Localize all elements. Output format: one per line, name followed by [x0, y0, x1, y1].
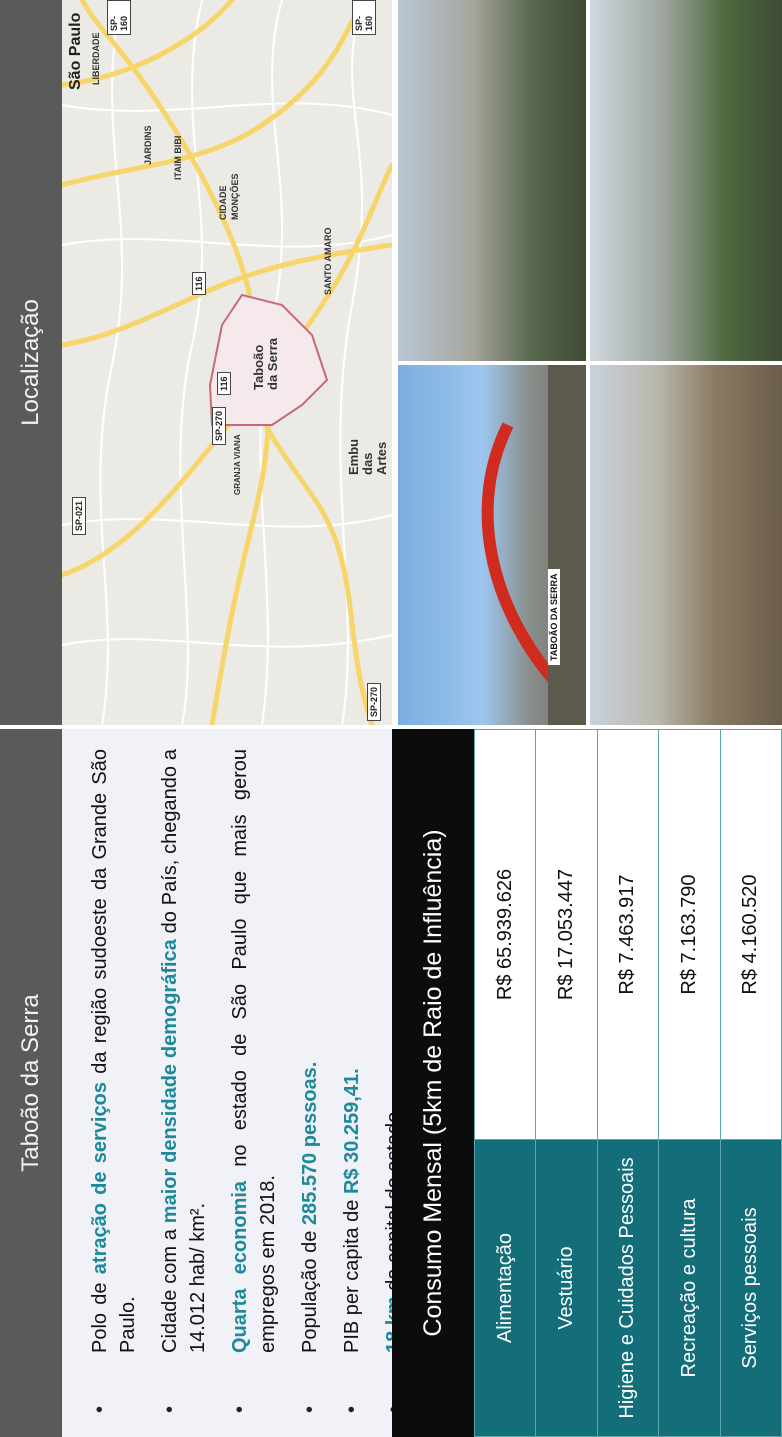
table-row: Higiene e Cuidados Pessoais R$ 7.463.917	[597, 729, 659, 1437]
value-cell: R$ 7.463.917	[597, 729, 659, 1140]
map-roads	[62, 0, 392, 725]
facts-list: Polo de atração de serviços da região su…	[62, 729, 408, 1437]
map-label-itaim-bibi: ITAIM BIBI	[173, 135, 183, 180]
left-panel-header: Taboão da Serra	[0, 729, 62, 1437]
location-map: São Paulo LIBERDADE JARDINS ITAIM BIBI C…	[62, 0, 392, 725]
fact-item: Polo de atração de serviços da região su…	[86, 749, 142, 1415]
category-cell: Higiene e Cuidados Pessoais	[597, 1139, 659, 1437]
monument-image	[481, 365, 586, 725]
city-facts-panel: Polo de atração de serviços da região su…	[62, 729, 405, 1437]
photo-caption: TABOÃO DA SERRA	[548, 569, 560, 665]
map-label-taboao: Taboão da Serra	[251, 337, 280, 390]
category-cell: Recreação e cultura	[658, 1139, 721, 1437]
slide: Taboão da Serra Localização Polo de atra…	[0, 0, 782, 1437]
map-label-jardins: JARDINS	[143, 125, 153, 165]
consumption-title: Consumo Mensal (5km de Raio de Influênci…	[392, 729, 474, 1437]
table-row: Serviços pessoais R$ 4.160.520	[720, 729, 782, 1437]
road-shield: 116	[192, 272, 206, 295]
photo-city-aerial	[590, 365, 782, 725]
value-cell: R$ 4.160.520	[720, 729, 782, 1140]
map-label-santo-amaro: SANTO AMARO	[323, 227, 333, 296]
map-label-cidade-moncoes: CIDADE MONÇÕES	[218, 173, 240, 220]
road-shield: SP-160	[107, 0, 131, 35]
value-cell: R$ 17.053.447	[535, 729, 598, 1140]
category-cell: Serviços pessoais	[720, 1139, 782, 1437]
value-cell: R$ 65.939.626	[474, 729, 536, 1140]
map-label-sao-paulo: São Paulo	[67, 12, 84, 90]
table-row: Vestuário R$ 17.053.447	[535, 729, 598, 1437]
location-header: Localização	[0, 0, 62, 725]
fact-item: Quarta economia no estado de São Paulo q…	[226, 749, 282, 1415]
fact-item: PIB per capita de R$ 30.259,41.	[338, 749, 366, 1415]
fact-item: População de 285.570 pessoas.	[296, 749, 324, 1415]
photo-city-skyline	[398, 0, 586, 361]
fact-item: Cidade com a maior densidade demográfica…	[156, 749, 212, 1415]
road-shield: SP-021	[72, 496, 86, 535]
table-row: Recreação e cultura R$ 7.163.790	[658, 729, 721, 1437]
road-shield: 116	[217, 372, 231, 395]
photo-monument: TABOÃO DA SERRA	[398, 365, 586, 725]
map-label-embu: Embu das Artes	[346, 438, 389, 475]
table-row: Alimentação R$ 65.939.626	[474, 729, 536, 1437]
consumption-table: Alimentação R$ 65.939.626 Vestuário R$ 1…	[474, 729, 782, 1437]
road-shield: SP-270	[367, 682, 381, 721]
road-shield: SP-270	[212, 406, 226, 445]
category-cell: Alimentação	[474, 1139, 536, 1437]
map-label-liberdade: LIBERDADE	[91, 32, 101, 85]
road-shield: SP-160	[352, 0, 376, 35]
value-cell: R$ 7.163.790	[658, 729, 721, 1140]
category-cell: Vestuário	[535, 1139, 598, 1437]
photo-avenue	[590, 0, 782, 361]
map-label-granja-viana: GRANJA VIANA	[233, 434, 242, 495]
